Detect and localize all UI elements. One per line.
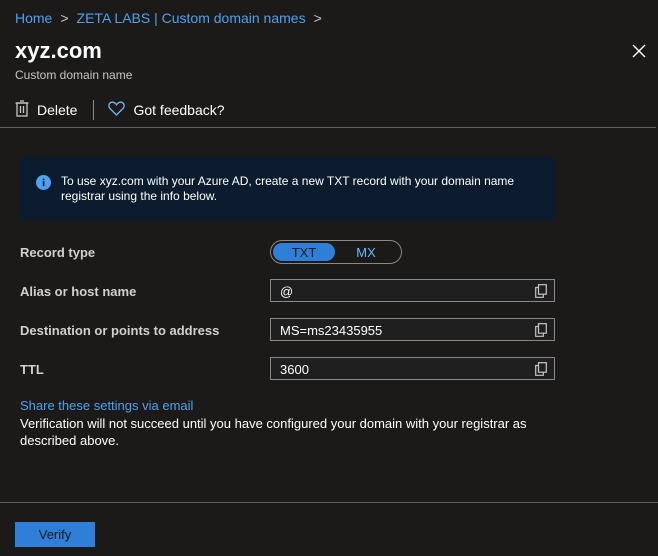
info-banner: To use xyz.com with your Azure AD, creat… [20, 157, 555, 220]
page-subtitle: Custom domain name [15, 68, 133, 82]
share-settings-link[interactable]: Share these settings via email [20, 398, 193, 413]
breadcrumb-separator: > [313, 10, 322, 26]
copy-icon[interactable] [535, 284, 547, 303]
verification-note: Verification will not succeed until you … [20, 416, 527, 448]
feedback-button[interactable]: Got feedback? [108, 101, 225, 119]
toolbar-divider [93, 100, 95, 120]
delete-button[interactable]: Delete [15, 100, 77, 120]
toolbar-divider-line [0, 127, 656, 128]
trash-icon [15, 100, 37, 120]
heart-icon [108, 101, 133, 119]
record-type-label: Record type [20, 245, 96, 260]
record-type-txt-option[interactable]: TXT [273, 243, 335, 261]
breadcrumb-home[interactable]: Home [15, 10, 52, 26]
info-icon [36, 175, 51, 220]
breadcrumb-custom-domain-names[interactable]: ZETA LABS | Custom domain names [77, 10, 306, 26]
ttl-value: 3600 [280, 362, 309, 377]
alias-field[interactable]: @ [270, 279, 555, 302]
delete-label: Delete [37, 102, 78, 118]
ttl-label: TTL [20, 362, 44, 377]
close-icon[interactable] [628, 40, 650, 62]
destination-field[interactable]: MS=ms23435955 [270, 318, 555, 341]
verify-button[interactable]: Verify [15, 522, 95, 547]
feedback-label: Got feedback? [133, 102, 225, 118]
ttl-field[interactable]: 3600 [270, 357, 555, 380]
record-type-mx-option[interactable]: MX [335, 243, 397, 261]
command-bar: Delete Got feedback? [15, 98, 225, 122]
footer-divider [0, 502, 658, 503]
destination-value: MS=ms23435955 [280, 323, 383, 338]
copy-icon[interactable] [535, 323, 547, 342]
info-text: To use xyz.com with your Azure AD, creat… [61, 174, 515, 203]
record-type-toggle: TXT MX [270, 240, 402, 264]
alias-label: Alias or host name [20, 284, 137, 299]
alias-value: @ [280, 284, 294, 299]
page-title: xyz.com [15, 38, 102, 63]
breadcrumb-separator: > [60, 10, 69, 26]
breadcrumb: Home > ZETA LABS | Custom domain names > [15, 10, 330, 26]
copy-icon[interactable] [535, 362, 547, 381]
destination-label: Destination or points to address [20, 323, 220, 338]
